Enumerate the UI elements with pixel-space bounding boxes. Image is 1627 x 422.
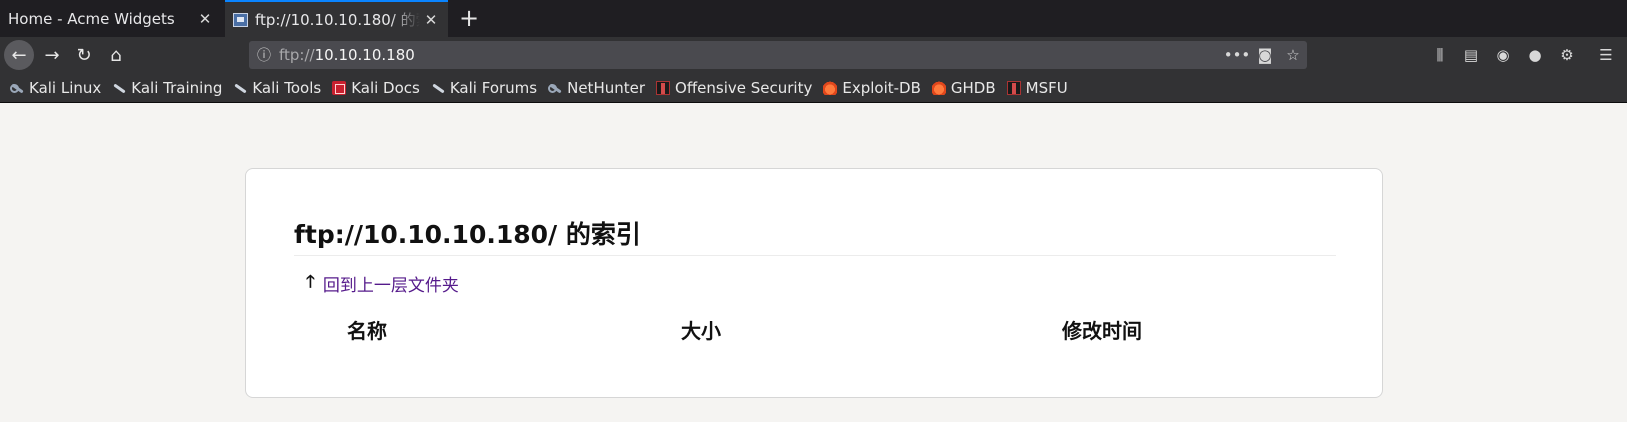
- bookmark-msfu[interactable]: MSFU: [1006, 78, 1068, 97]
- bookmark-label: Offensive Security: [675, 78, 813, 97]
- column-header-size[interactable]: 大小: [681, 315, 721, 344]
- ghdb-icon: [931, 80, 946, 95]
- bookmark-exploit-db[interactable]: Exploit-DB: [823, 79, 921, 97]
- menu-icon[interactable]: ☰: [1594, 43, 1618, 67]
- tab-ftp-index[interactable]: ftp://10.10.10.180/ 的索引 ✕: [225, 0, 448, 37]
- column-header-name[interactable]: 名称: [347, 315, 387, 344]
- bookmarks-toolbar: Kali Linux Kali Training Kali Tools Kali…: [0, 73, 1627, 103]
- bookmark-label: Kali Training: [131, 78, 223, 97]
- url-bar[interactable]: ⓘ ftp:// 10.10.10.180 ••• ◙ ☆: [249, 41, 1307, 69]
- bookmark-ghdb[interactable]: GHDB: [931, 78, 996, 97]
- parent-directory-link[interactable]: 🡑 回到上一层文件夹: [306, 269, 459, 298]
- close-tab-icon[interactable]: ✕: [194, 10, 216, 28]
- bookmark-nethunter[interactable]: NetHunter: [548, 79, 645, 97]
- pocket-icon[interactable]: ◙: [1251, 46, 1279, 64]
- kali-docs-icon: [332, 80, 347, 95]
- bookmark-label: GHDB: [950, 78, 996, 97]
- bookmark-label: Kali Docs: [351, 78, 420, 97]
- extension-circle-icon[interactable]: ●: [1523, 43, 1547, 67]
- offsec-icon: [656, 80, 671, 95]
- directory-listing-card: ftp://10.10.10.180/ 的索引 🡑 回到上一层文件夹 名称 大小…: [245, 168, 1383, 398]
- bookmark-offensive-security[interactable]: Offensive Security: [656, 79, 812, 97]
- kali-dragon-icon: [233, 81, 247, 95]
- kali-icon: [548, 81, 562, 95]
- bookmark-label: Exploit-DB: [842, 78, 921, 97]
- page-title: ftp://10.10.10.180/ 的索引: [294, 215, 1336, 256]
- forward-arrow-icon[interactable]: →: [37, 40, 67, 70]
- offsec-icon: [1006, 80, 1021, 95]
- tab-strip: Home - Acme Widgets ✕ ftp://10.10.10.180…: [0, 0, 1627, 37]
- nav-toolbar: ← → ↻ ⌂ ⓘ ftp:// 10.10.10.180 ••• ◙ ☆ ⫼ …: [0, 37, 1627, 73]
- reload-icon[interactable]: ↻: [69, 40, 99, 70]
- tab-title: Home - Acme Widgets: [8, 9, 175, 28]
- url-scheme: ftp://: [279, 46, 315, 64]
- bookmark-label: MSFU: [1025, 78, 1068, 97]
- monitor-favicon-icon: [233, 12, 248, 27]
- sidebar-icon[interactable]: ▤: [1459, 43, 1483, 67]
- bookmark-label: Kali Linux: [29, 78, 102, 97]
- close-tab-icon[interactable]: ✕: [420, 11, 442, 29]
- up-arrow-icon: 🡑: [306, 272, 315, 292]
- bookmark-star-icon[interactable]: ☆: [1279, 46, 1307, 64]
- extension-gear-icon[interactable]: ⚙: [1555, 43, 1579, 67]
- tab-title: ftp://10.10.10.180/ 的索引: [255, 11, 420, 29]
- tab-home-acme-widgets[interactable]: Home - Acme Widgets ✕: [0, 0, 222, 37]
- exploit-db-icon: [823, 80, 838, 95]
- site-info-icon[interactable]: ⓘ: [249, 45, 279, 65]
- bookmark-kali-linux[interactable]: Kali Linux: [10, 79, 101, 97]
- page-actions-more-icon[interactable]: •••: [1223, 46, 1251, 64]
- home-icon[interactable]: ⌂: [101, 40, 131, 70]
- column-header-modified[interactable]: 修改时间: [1062, 315, 1142, 344]
- bookmark-kali-forums[interactable]: Kali Forums: [431, 79, 537, 97]
- bookmark-kali-docs[interactable]: Kali Docs: [332, 79, 420, 97]
- back-arrow-icon[interactable]: ←: [4, 40, 34, 70]
- parent-directory-label: 回到上一层文件夹: [322, 276, 459, 296]
- kali-icon: [10, 81, 24, 95]
- bookmark-label: Kali Tools: [252, 78, 322, 97]
- bookmark-label: NetHunter: [567, 78, 646, 97]
- bookmark-label: Kali Forums: [449, 78, 538, 97]
- library-icon[interactable]: ⫼: [1428, 43, 1452, 67]
- bookmark-kali-training[interactable]: Kali Training: [112, 79, 222, 97]
- account-icon[interactable]: ◉: [1491, 43, 1515, 67]
- bookmark-kali-tools[interactable]: Kali Tools: [233, 79, 321, 97]
- kali-dragon-icon: [112, 81, 126, 95]
- kali-dragon-icon: [431, 81, 445, 95]
- url-host: 10.10.10.180: [314, 46, 415, 64]
- new-tab-plus-icon[interactable]: +: [455, 4, 483, 32]
